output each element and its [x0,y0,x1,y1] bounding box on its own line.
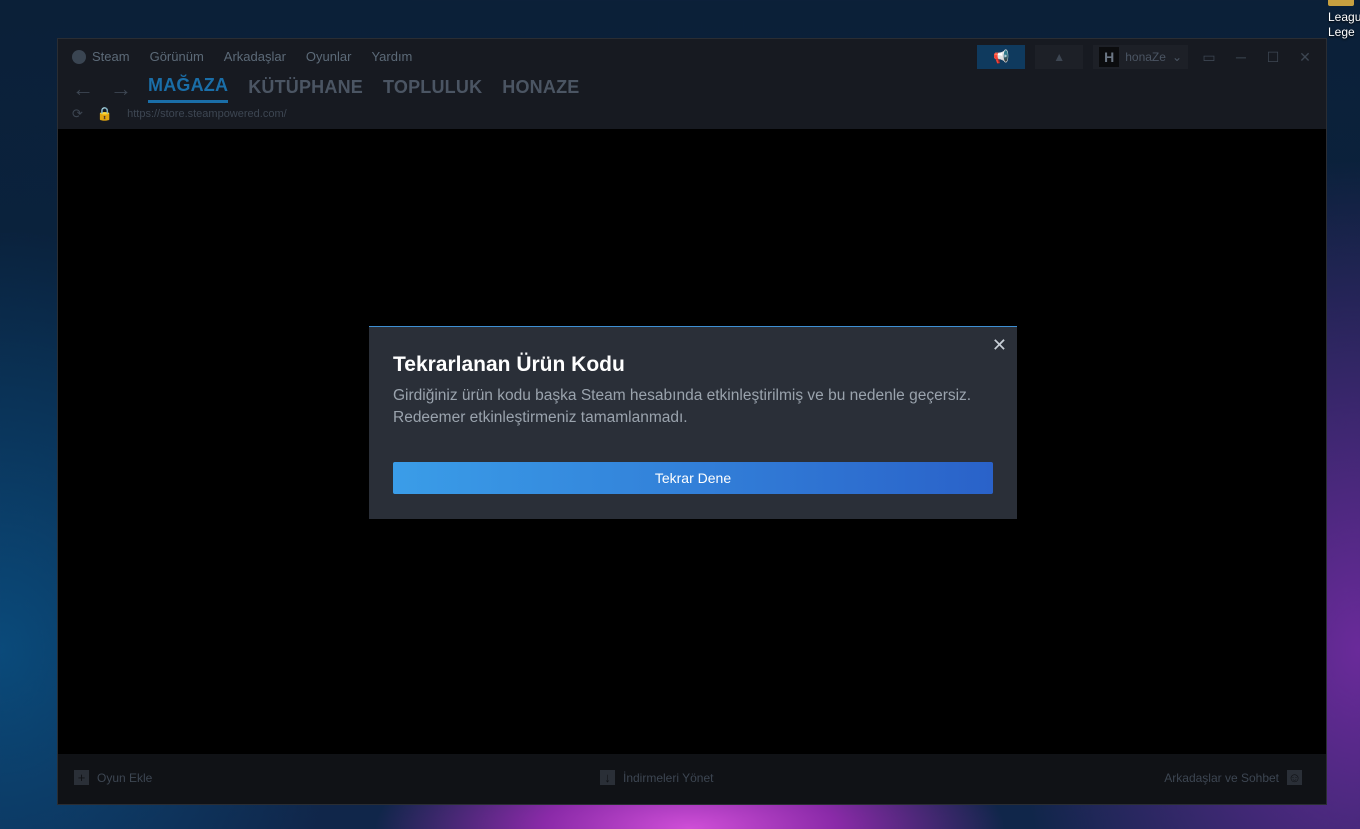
shortcut-label-line1: Leagu [1328,10,1360,24]
reload-icon[interactable]: ⟳ [72,106,83,122]
steam-logo-icon [72,49,86,64]
plus-icon: + [74,770,89,785]
menu-bar: Steam Görünüm Arkadaşlar Oyunlar Yardım [72,49,412,64]
bell-icon: ▲ [1053,50,1066,64]
tab-community[interactable]: TOPLULUK [383,77,482,102]
friends-chat-button[interactable]: Arkadaşlar ve Sohbet ☺ [1164,770,1302,785]
avatar: H [1099,47,1120,67]
menu-help[interactable]: Yardım [371,49,412,64]
close-window-icon[interactable]: ✕ [1294,49,1316,66]
main-nav: ← → MAĞAZA KÜTÜPHANE TOPLULUK HONAZE [72,75,579,103]
url-text[interactable]: https://store.steampowered.com/ [127,108,287,120]
dialog-title: Tekrarlanan Ürün Kodu [393,353,625,376]
title-actions: 📢 ▲ H honaZe ⌄ ▭ ─ ☐ ✕ [977,45,1316,69]
chevron-down-icon: ⌄ [1171,50,1182,64]
menu-view[interactable]: Görünüm [150,49,204,64]
duplicate-code-dialog: ✕ Tekrarlanan Ürün Kodu Girdiğiniz ürün … [369,326,1017,519]
tab-store[interactable]: MAĞAZA [148,75,229,103]
minimize-icon[interactable]: ─ [1230,49,1252,65]
url-bar: ⟳ 🔒 https://store.steampowered.com/ [72,106,287,122]
tab-profile[interactable]: HONAZE [502,77,579,102]
big-picture-icon[interactable]: ▭ [1198,49,1220,66]
manage-downloads-button[interactable]: ↓ İndirmeleri Yönet [600,770,714,785]
shortcut-label-line2: Lege [1328,25,1355,39]
bottom-bar: + Oyun Ekle ↓ İndirmeleri Yönet Arkadaşl… [58,754,1326,804]
lock-icon: 🔒 [96,106,114,121]
menu-friends[interactable]: Arkadaşlar [224,49,286,64]
friends-icon: ☺ [1287,770,1302,785]
announcements-button[interactable]: 📢 [977,45,1026,69]
maximize-icon[interactable]: ☐ [1262,49,1284,66]
tab-library[interactable]: KÜTÜPHANE [248,77,363,102]
add-game-label: Oyun Ekle [97,770,153,785]
notifications-button[interactable]: ▲ [1035,45,1084,69]
friends-label: Arkadaşlar ve Sohbet [1164,770,1279,785]
account-menu[interactable]: H honaZe ⌄ [1093,45,1188,69]
megaphone-icon: 📢 [993,49,1010,64]
league-shortcut-icon [1328,0,1354,6]
menu-steam[interactable]: Steam [72,49,130,64]
close-icon[interactable]: ✕ [992,335,1007,356]
dialog-message: Girdiğiniz ürün kodu başka Steam hesabın… [393,387,972,426]
downloads-label: İndirmeleri Yönet [623,770,714,785]
retry-button[interactable]: Tekrar Dene [393,462,993,494]
add-game-button[interactable]: + Oyun Ekle [74,770,152,785]
back-arrow-icon[interactable]: ← [72,76,94,102]
menu-games[interactable]: Oyunlar [306,49,352,64]
username: honaZe [1125,50,1166,64]
desktop-shortcut-league[interactable]: Leagu Lege [1326,0,1360,40]
download-icon: ↓ [600,770,615,785]
title-bar: Steam Görünüm Arkadaşlar Oyunlar Yardım … [58,39,1326,129]
forward-arrow-icon[interactable]: → [110,76,132,102]
